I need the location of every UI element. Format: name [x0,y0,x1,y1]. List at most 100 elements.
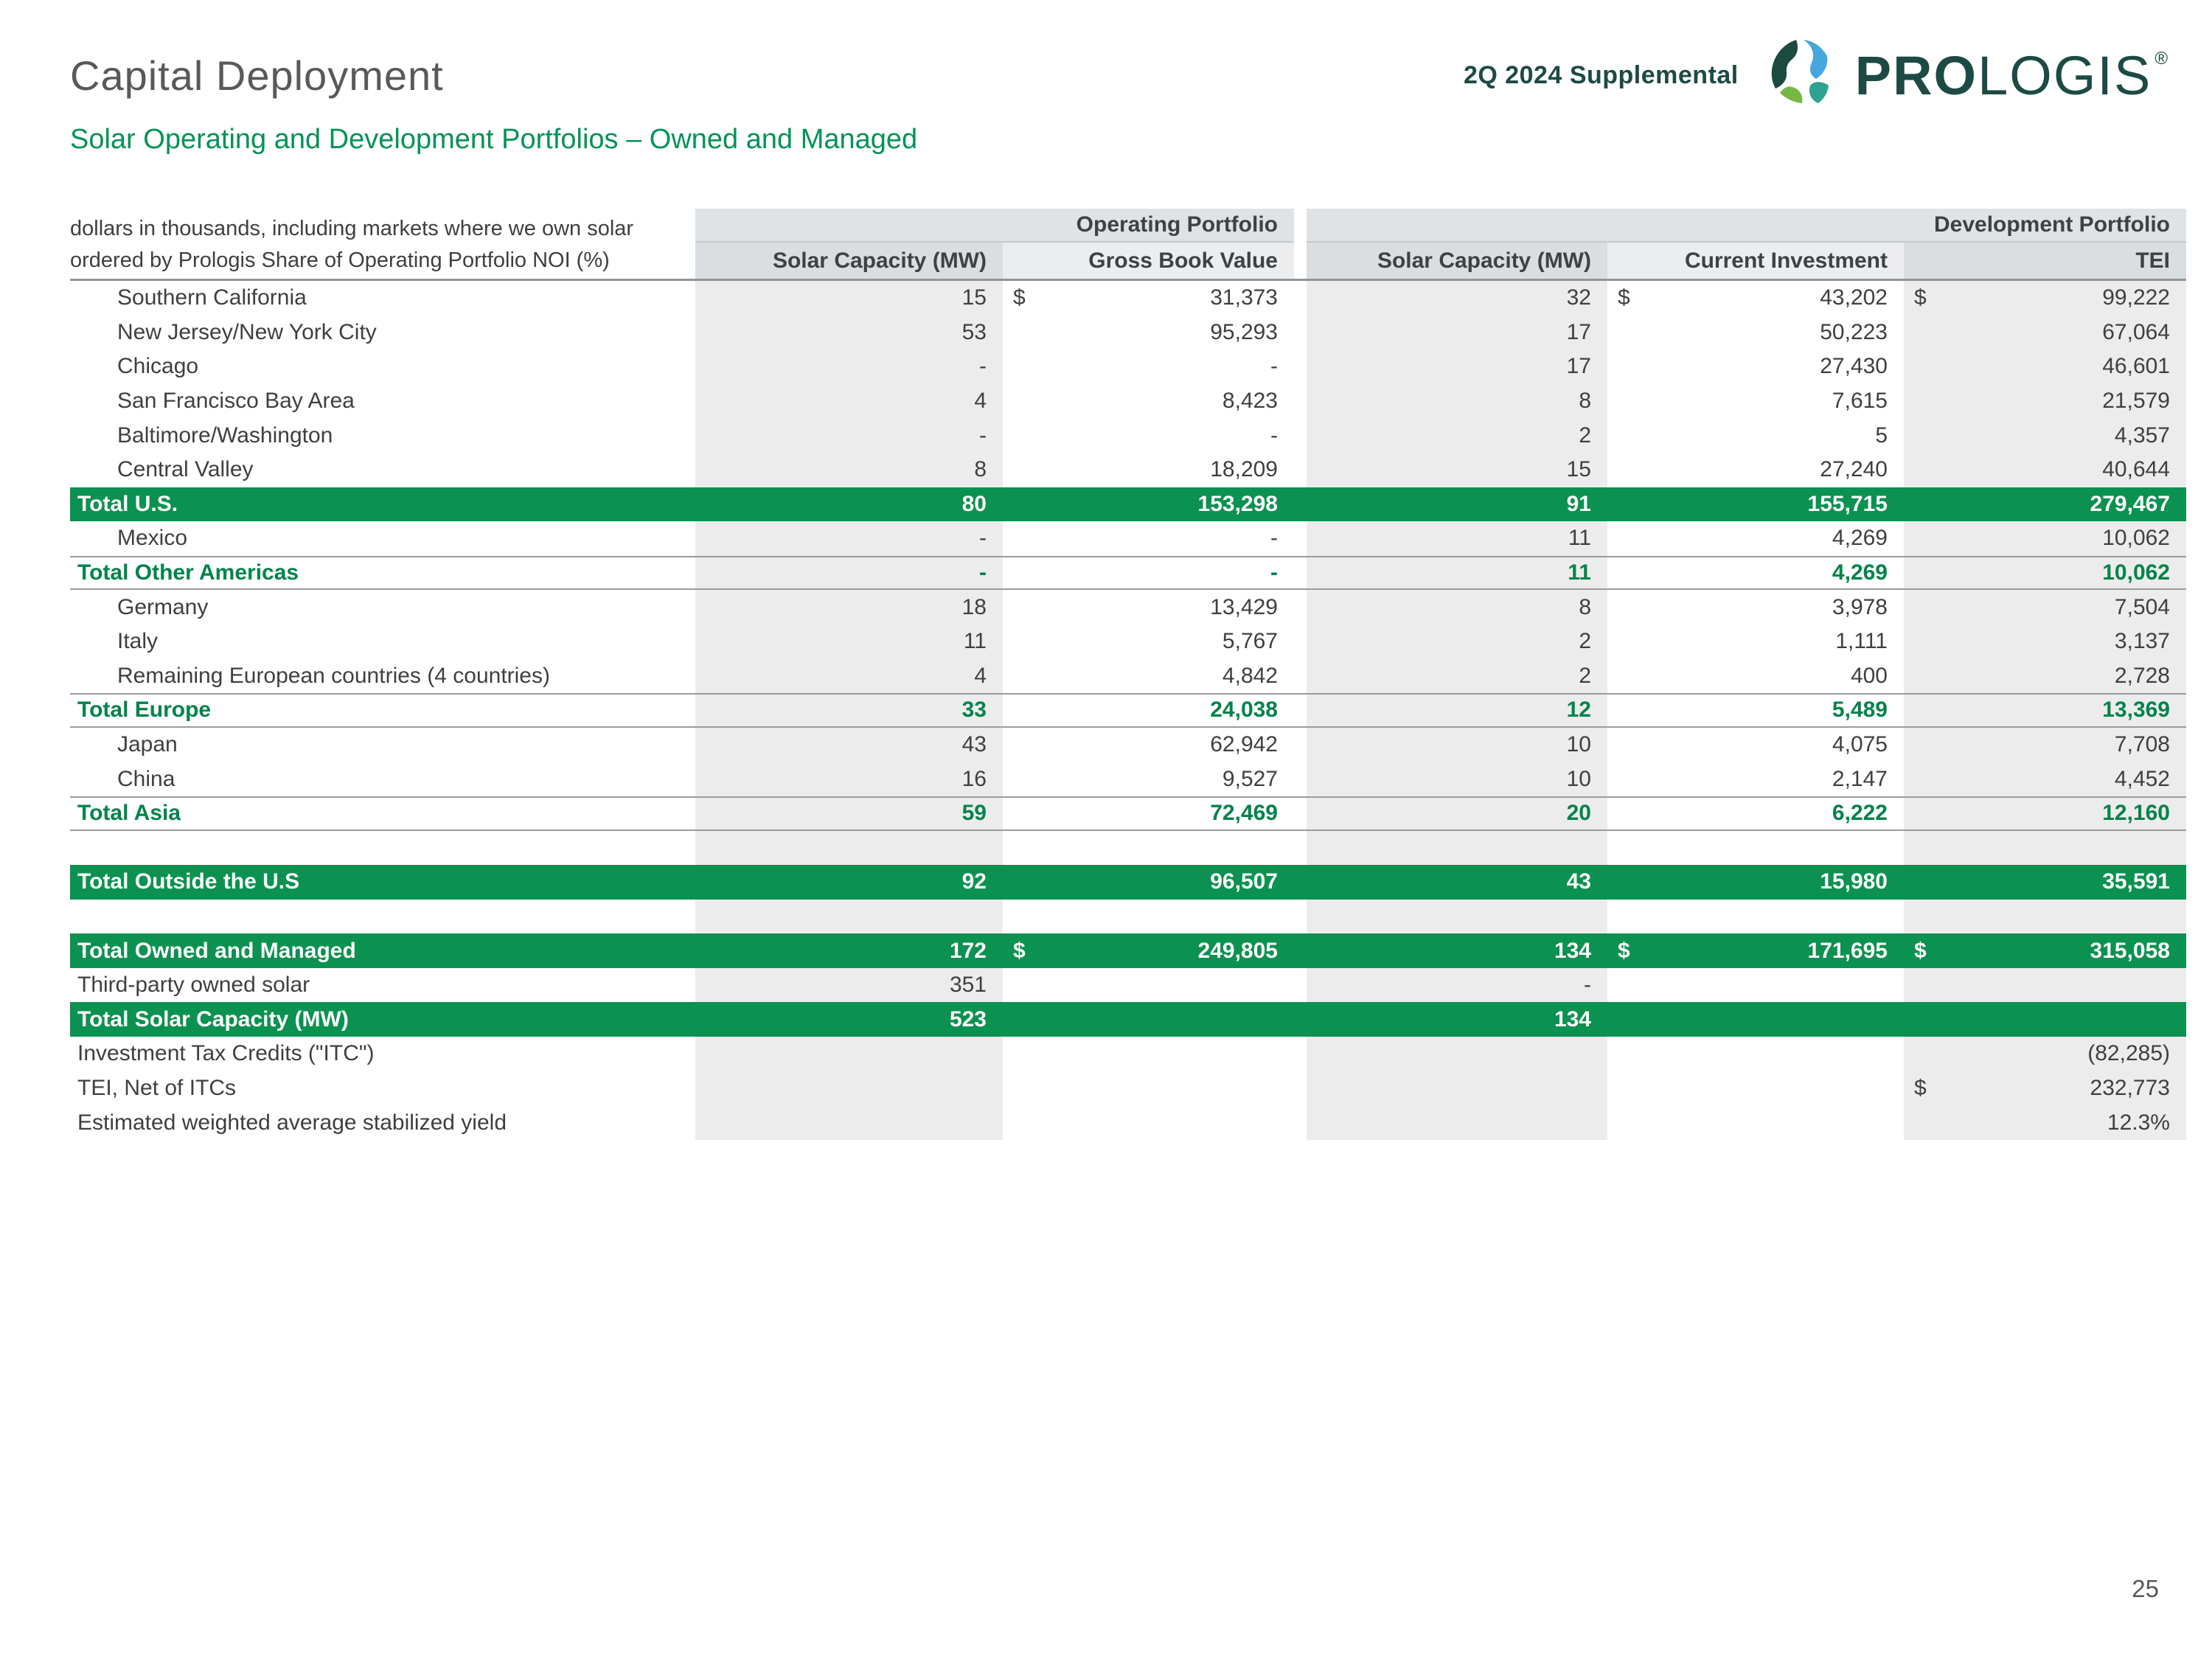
cell-development-capacity: 2 [1307,625,1607,659]
cell-tei [1904,900,2186,934]
brand-wordmark: PROLOGIS® [1855,44,2169,107]
cell-current-investment: 27,430 [1607,349,1904,384]
cell-gross-book-value: 5,767 [1003,625,1294,659]
cell-current-investment: 1,111 [1607,625,1904,659]
table-row: Total Other Americas - - 11 4,269 10,062 [70,556,2186,591]
table-row: Total Owned and Managed 172 $249,805 134… [70,933,2186,968]
table-row: Remaining European countries (4 countrie… [70,659,2186,694]
cell-current-investment [1607,968,1904,1003]
cell-operating-capacity [695,1071,1003,1106]
cell-tei: $99,222 [1904,281,2186,316]
group-header-development: Development Portfolio [1307,209,2186,243]
cell-tei: 67,064 [1904,316,2186,350]
group-header-gap [1294,209,1307,243]
cell-market-label: Germany [70,590,695,625]
table-row: Total Europe 33 24,038 12 5,489 13,369 [70,693,2186,728]
cell-market-label [70,831,695,866]
column-header-development-capacity: Solar Capacity (MW) [1307,243,1607,279]
cell-market-label: Total Europe [70,695,695,726]
cell-gap [1294,453,1307,487]
cell-development-capacity [1307,1105,1607,1140]
cell-development-capacity: 8 [1307,590,1607,625]
cell-development-capacity [1307,900,1607,934]
cell-market-label: TEI, Net of ITCs [70,1071,695,1106]
cell-gross-book-value [1003,1037,1294,1071]
cell-gross-book-value: 18,209 [1003,453,1294,487]
cell-operating-capacity: 43 [695,728,1003,762]
cell-gap [1294,1002,1307,1037]
cell-market-label: Remaining European countries (4 countrie… [70,659,695,694]
cell-operating-capacity: - [695,349,1003,384]
cell-gap [1294,487,1307,522]
table-row: Estimated weighted average stabilized yi… [70,1105,2186,1140]
table-note-line1: dollars in thousands, including markets … [70,209,695,243]
cell-current-investment [1607,1002,1904,1037]
cell-operating-capacity: 53 [695,316,1003,350]
cell-operating-capacity: - [695,521,1003,556]
cell-development-capacity [1307,1037,1607,1071]
dollar-sign: $ [1914,285,1927,310]
table-row: Central Valley 8 18,209 15 27,240 40,644 [70,453,2186,487]
table-row: Japan 43 62,942 10 4,075 7,708 [70,728,2186,762]
cell-tei: 40,644 [1904,453,2186,487]
cell-gap [1294,900,1307,934]
cell-tei: 279,467 [1904,487,2186,522]
cell-market-label: Baltimore/Washington [70,418,695,453]
cell-current-investment [1607,1071,1904,1106]
cell-current-investment: 50,223 [1607,316,1904,350]
column-header-current-investment: Current Investment [1607,243,1904,279]
cell-tei: 12.3% [1904,1105,2186,1140]
dollar-sign: $ [1618,939,1630,964]
cell-gross-book-value [1003,1071,1294,1106]
cell-gap [1294,316,1307,350]
cell-market-label: Japan [70,728,695,762]
cell-market-label: New Jersey/New York City [70,316,695,350]
cell-current-investment: 3,978 [1607,590,1904,625]
cell-operating-capacity: - [695,418,1003,453]
cell-development-capacity: 43 [1307,865,1607,900]
cell-gross-book-value: 62,942 [1003,728,1294,762]
table-row: Investment Tax Credits ("ITC") (82,285) [70,1037,2186,1071]
cell-tei: 10,062 [1904,557,2186,589]
cell-development-capacity: 91 [1307,487,1607,522]
cell-market-label: Total Asia [70,798,695,830]
cell-gap [1294,557,1307,589]
table-row: New Jersey/New York City 53 95,293 17 50… [70,316,2186,350]
cell-gap [1294,831,1307,866]
cell-development-capacity: 12 [1307,695,1607,726]
cell-operating-capacity: 33 [695,695,1003,726]
cell-current-investment: 155,715 [1607,487,1904,522]
report-page: Capital Deployment Solar Operating and D… [0,0,2212,1659]
cell-current-investment: 7,615 [1607,384,1904,419]
brand-logis: LOGIS [1978,44,2152,107]
table-column-header-row: ordered by Prologis Share of Operating P… [70,243,2186,281]
cell-current-investment: $171,695 [1607,933,1904,968]
dollar-sign: $ [1914,939,1927,964]
cell-development-capacity: 11 [1307,521,1607,556]
cell-gap [1294,590,1307,625]
cell-development-capacity: 20 [1307,798,1607,830]
cell-development-capacity: 134 [1307,933,1607,968]
cell-gap [1294,1071,1307,1106]
cell-current-investment [1607,900,1904,934]
cell-gross-book-value [1003,1002,1294,1037]
cell-tei: 46,601 [1904,349,2186,384]
table-row: Total Outside the U.S 92 96,507 43 15,98… [70,865,2186,900]
cell-tei: 35,591 [1904,865,2186,900]
cell-operating-capacity [695,1105,1003,1140]
cell-tei: $232,773 [1904,1071,2186,1106]
cell-gap [1294,865,1307,900]
table-row: Germany 18 13,429 8 3,978 7,504 [70,590,2186,625]
cell-operating-capacity: 80 [695,487,1003,522]
cell-gross-book-value [1003,968,1294,1003]
cell-operating-capacity: 59 [695,798,1003,830]
cell-gap [1294,798,1307,830]
cell-gap [1294,349,1307,384]
cell-tei: 7,708 [1904,728,2186,762]
cell-market-label [70,900,695,934]
cell-development-capacity: 10 [1307,762,1607,796]
cell-current-investment [1607,1037,1904,1071]
table-row: Baltimore/Washington - - 2 5 4,357 [70,418,2186,453]
cell-current-investment: 4,269 [1607,521,1904,556]
cell-market-label: Central Valley [70,453,695,487]
